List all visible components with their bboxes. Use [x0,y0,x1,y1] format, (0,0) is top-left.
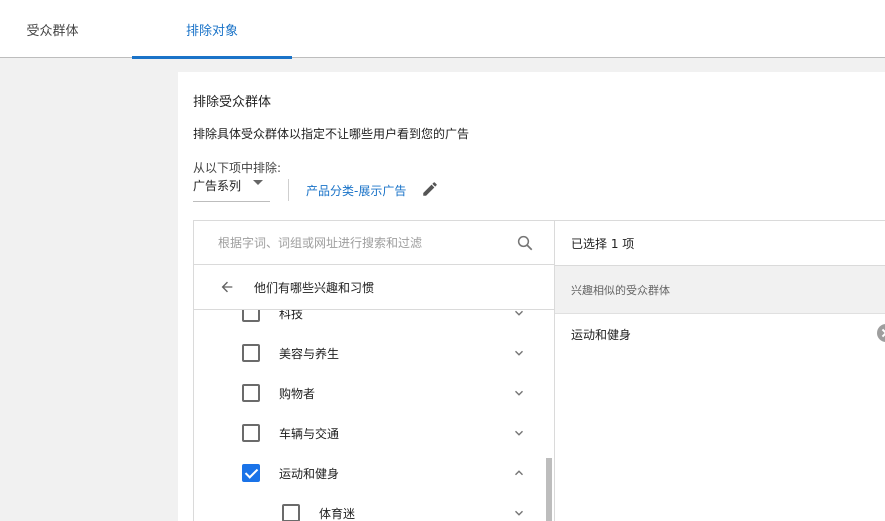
item-label: 科技 [279,310,304,321]
category-header: 他们有哪些兴趣和习惯 [194,265,554,310]
item-label: 车辆与交通 [279,427,340,441]
remove-icon[interactable] [877,324,885,342]
divider [288,179,289,201]
dropdown-value: 广告系列 [193,179,242,193]
tab-exclusions[interactable]: 排除对象 [132,0,292,59]
tab-bar: 受众群体 排除对象 [0,0,885,59]
selected-pane: 已选择 1 项 兴趣相似的受众群体 运动和健身 [555,221,885,521]
group-header-label: 兴趣相似的受众群体 [571,284,670,297]
search-bar [194,221,554,265]
category-list: 科技 美容与养生 购物者 车辆与交通 运动和健身 体育迷 [194,310,554,521]
item-label: 体育迷 [319,507,356,521]
list-item[interactable]: 美容与养生 [194,334,554,374]
audience-selector: 他们有哪些兴趣和习惯 科技 美容与养生 购物者 [193,220,885,521]
chevron-down-icon[interactable] [512,386,526,400]
checkbox[interactable] [242,384,260,402]
item-label: 运动和健身 [279,467,340,481]
list-item[interactable]: 购物者 [194,374,554,414]
chevron-up-icon[interactable] [512,466,526,480]
scrollbar[interactable] [546,458,552,521]
item-label: 购物者 [279,387,316,401]
chevron-down-icon[interactable] [512,426,526,440]
browse-pane: 他们有哪些兴趣和习惯 科技 美容与养生 购物者 [194,221,555,521]
tab-audiences[interactable]: 受众群体 [0,0,105,58]
selected-item-label: 运动和健身 [571,328,632,342]
chevron-down-icon[interactable] [512,506,526,520]
selected-count: 已选择 1 项 [571,237,635,251]
panel-description: 排除具体受众群体以指定不让哪些用户看到您的广告 [193,127,470,141]
checkbox[interactable] [242,344,260,362]
panel-heading: 排除受众群体 [193,95,272,110]
list-item[interactable]: 车辆与交通 [194,414,554,454]
category-title: 他们有哪些兴趣和习惯 [254,281,375,295]
campaign-level-dropdown[interactable]: 广告系列 [193,177,270,202]
checkbox[interactable] [282,504,300,521]
search-icon[interactable] [516,234,534,252]
chevron-down-icon[interactable] [512,310,526,320]
exclusion-panel: 排除受众群体 排除具体受众群体以指定不让哪些用户看到您的广告 从以下项中排除: … [178,72,885,521]
checkbox-checked[interactable] [242,464,260,482]
selected-group-header: 兴趣相似的受众群体 [555,266,885,314]
checkbox[interactable] [242,310,260,322]
chevron-down-icon[interactable] [512,346,526,360]
dropdown-arrow-icon [253,180,263,185]
edit-pencil-icon[interactable] [421,180,439,198]
exclude-from-label: 从以下项中排除: [193,161,282,175]
item-label: 美容与养生 [279,347,340,361]
list-item[interactable]: 科技 [194,310,554,334]
back-arrow-icon[interactable] [218,279,236,295]
checkbox[interactable] [242,424,260,442]
list-item[interactable]: 体育迷 [194,494,554,521]
campaign-name-link[interactable]: 产品分类-展示广告 [306,182,406,199]
list-item[interactable]: 运动和健身 [194,454,554,494]
search-input[interactable] [218,233,498,253]
